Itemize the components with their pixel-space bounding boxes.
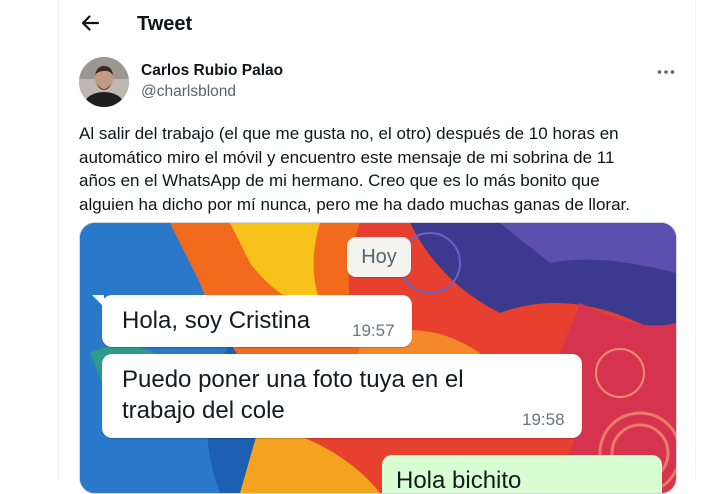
author-name[interactable]: Carlos Rubio Palao xyxy=(141,61,283,81)
chat-bubble-outgoing: Hola bichito xyxy=(382,455,662,493)
more-horizontal-icon xyxy=(657,62,675,80)
chat-bubble-incoming: Hola, soy Cristina 19:57 xyxy=(102,295,412,347)
arrow-left-icon xyxy=(80,13,100,38)
tweet-media-image[interactable]: Hoy Hola, soy Cristina 19:57 Puedo poner… xyxy=(79,222,677,494)
message-time: 19:57 xyxy=(352,321,395,340)
message-text: Hola, soy Cristina xyxy=(122,307,311,334)
message-text: Puedo poner una foto tuya en el trabajo … xyxy=(122,366,464,424)
more-button[interactable] xyxy=(653,58,679,84)
tweet-column: Tweet Carlos Rubio Palao @charlsblond Al… xyxy=(58,0,696,494)
page-title: Tweet xyxy=(137,13,193,35)
chat-date-chip: Hoy xyxy=(347,237,411,277)
tweet-text: Al salir del trabajo (el que me gusta no… xyxy=(79,124,630,214)
author-handle[interactable]: @charlsblond xyxy=(141,82,236,102)
chat-bubble-incoming: Puedo poner una foto tuya en el trabajo … xyxy=(102,354,582,438)
message-time: 19:58 xyxy=(522,410,565,429)
avatar[interactable] xyxy=(79,57,129,107)
back-button[interactable] xyxy=(73,8,107,42)
header: Tweet xyxy=(59,0,695,50)
